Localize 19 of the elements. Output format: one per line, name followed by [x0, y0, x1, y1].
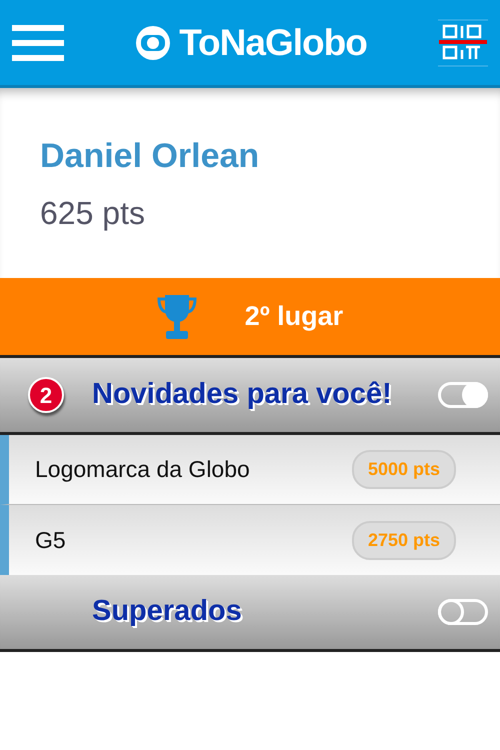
trophy-icon	[156, 292, 197, 340]
item-name: Logomarca da Globo	[35, 455, 250, 484]
points-total: 625 pts	[40, 194, 146, 234]
section-title: Novidades para você!	[92, 377, 393, 412]
menu-button[interactable]	[12, 24, 64, 60]
rank-label: 2º lugar	[244, 300, 344, 334]
item-name: G5	[35, 526, 66, 555]
section-header[interactable]: Superados	[0, 575, 500, 652]
count-badge: 2	[28, 377, 64, 413]
profile-name: Daniel Orlean	[40, 138, 260, 176]
section-title: Superados	[92, 594, 243, 630]
toggle-switch[interactable]	[438, 382, 488, 408]
toggle-switch[interactable]	[438, 599, 488, 625]
points-pill: 5000 pts	[352, 450, 456, 489]
qr-scan-button[interactable]	[438, 18, 488, 68]
globe-icon	[135, 24, 172, 60]
section-header[interactable]: 2 Novidades para você!	[0, 358, 500, 435]
points-pill: 2750 pts	[352, 520, 456, 560]
logo: ToNaGlobo	[179, 20, 367, 65]
